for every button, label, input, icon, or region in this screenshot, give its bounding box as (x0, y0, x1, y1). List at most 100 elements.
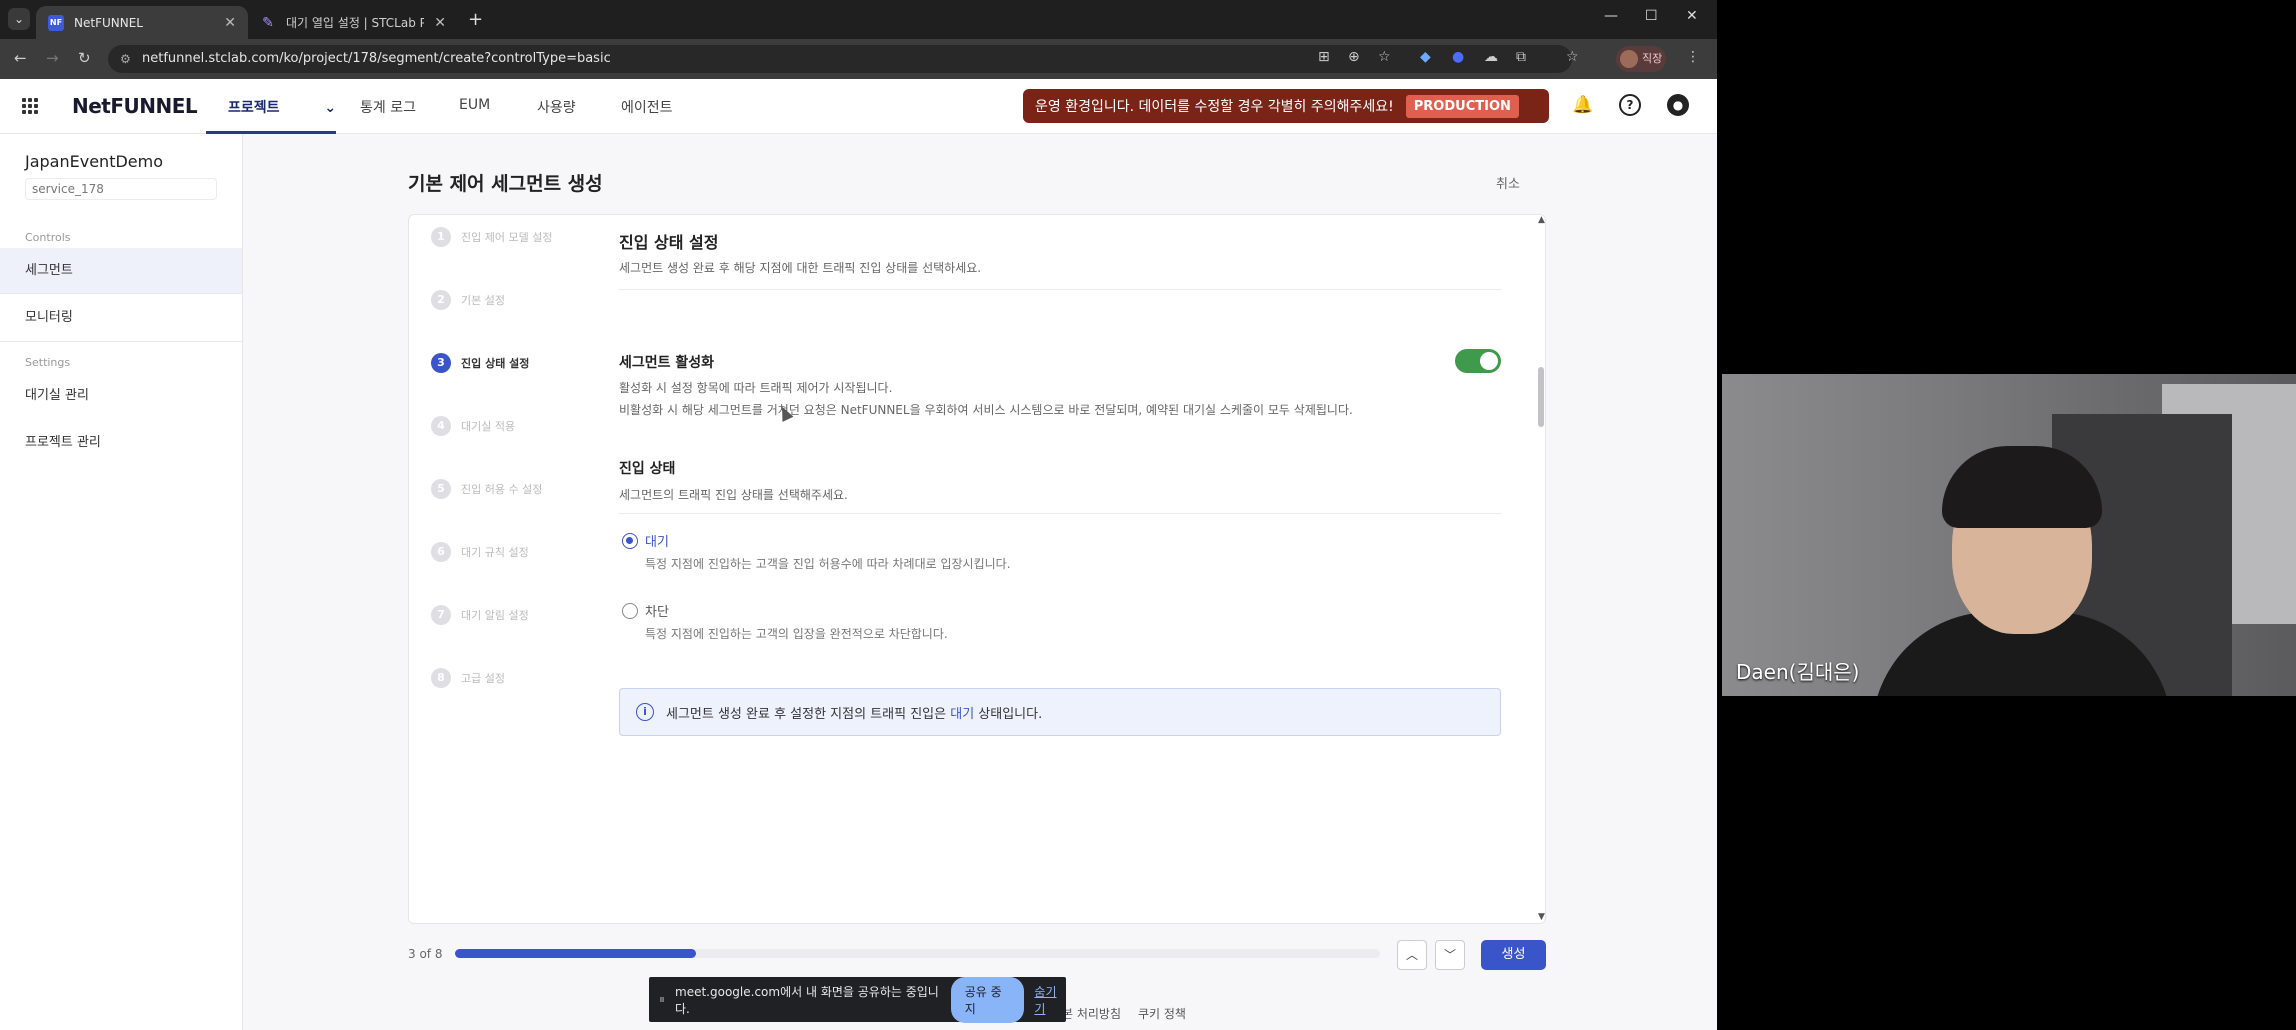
progress-fill (455, 949, 696, 958)
cookie-policy-link[interactable]: 쿠키 정책 (1138, 1005, 1186, 1022)
site-info-icon[interactable]: ⚙ (120, 45, 131, 73)
drag-handle-icon[interactable]: ⏸ (659, 992, 665, 1007)
nav-agent[interactable]: 에이전트 (621, 97, 673, 117)
step-7[interactable]: 7 대기 알림 설정 (431, 603, 529, 627)
profile-button[interactable]: 직장 (1616, 46, 1666, 72)
scrollbar[interactable] (1536, 215, 1545, 923)
info-highlight: 대기 (950, 706, 975, 722)
step-down-button[interactable]: ﹀ (1435, 940, 1465, 970)
browser-window: ⌄ NF NetFUNNEL ✕ ✎ 대기 열입 설정 | STCLab Pro… (0, 0, 1717, 1030)
radio-block[interactable] (622, 603, 638, 619)
netfunnel-app: NetFUNNEL 프로젝트 ⌄ 통계 로그 EUM 사용량 에이전트 운영 환… (0, 79, 1717, 1030)
translate-icon[interactable]: ⊞ (1318, 49, 1330, 65)
profile-label: 직장 (1642, 52, 1663, 65)
radio-block-description: 특정 지점에 진입하는 고객의 입장을 완전적으로 차단합니다. (645, 627, 948, 641)
share-text: meet.google.com에서 내 화면을 공유하는 중입니다. (675, 984, 939, 1016)
close-tab-icon[interactable]: ✕ (434, 15, 446, 31)
netfunnel-favicon-icon: NF (48, 14, 64, 31)
sidebar-item-segment[interactable]: 세그먼트 (0, 248, 242, 293)
address-bar: ← → ↻ ⚙ netfunnel.stclab.com/ko/project/… (0, 39, 1717, 79)
step-1[interactable]: 1 진입 제어 모델 설정 (431, 225, 552, 249)
step-up-button[interactable]: ︿ (1397, 940, 1427, 970)
tab-title: 대기 열입 설정 | STCLab Produ (286, 16, 425, 30)
profile-avatar (1620, 50, 1638, 68)
divider (0, 293, 242, 294)
divider (0, 341, 242, 342)
logo[interactable]: NetFUNNEL (72, 94, 198, 118)
nav-eum[interactable]: EUM (459, 97, 490, 113)
service-id: service_178 (25, 178, 217, 200)
reading-list-icon[interactable]: ☆ (1566, 49, 1579, 65)
top-nav: NetFUNNEL 프로젝트 ⌄ 통계 로그 EUM 사용량 에이전트 운영 환… (0, 79, 1717, 134)
tab-stclab[interactable]: ✎ 대기 열입 설정 | STCLab Produ ✕ (248, 6, 458, 39)
hide-share-bar-link[interactable]: 숨기기 (1034, 983, 1066, 1017)
browser-menu-icon[interactable]: ⋮ (1686, 49, 1700, 65)
participant-name: Daen(김대은) (1736, 660, 1860, 684)
info-text-end: 상태입니다. (978, 706, 1043, 722)
step-6[interactable]: 6 대기 규칙 설정 (431, 540, 529, 564)
create-button[interactable]: 생성 (1481, 940, 1546, 970)
notification-bell-icon[interactable]: 🔔 (1572, 94, 1594, 116)
radio-wait-label[interactable]: 대기 (645, 531, 669, 550)
step-8[interactable]: 8 고급 설정 (431, 666, 505, 690)
segment-activation-toggle[interactable] (1455, 349, 1501, 373)
step-3[interactable]: 3 진입 상태 설정 (431, 351, 529, 375)
stop-sharing-button[interactable]: 공유 중지 (950, 976, 1025, 1023)
privacy-policy-link[interactable]: 본 처리방침 (1062, 1005, 1121, 1022)
extension-shield-icon[interactable]: ● (1452, 49, 1464, 65)
info-text: 세그먼트 생성 완료 후 설정한 지점의 트래픽 진입은 (666, 706, 947, 722)
stclab-favicon-icon: ✎ (262, 14, 274, 31)
account-icon[interactable]: ● (1667, 94, 1689, 116)
tab-bar: ⌄ NF NetFUNNEL ✕ ✎ 대기 열입 설정 | STCLab Pro… (0, 0, 1717, 39)
maximize-icon[interactable]: ☐ (1645, 8, 1658, 24)
cancel-button[interactable]: 취소 (1496, 173, 1520, 192)
entry-status-description: 세그먼트의 트래픽 진입 상태를 선택해주세요. (619, 488, 848, 502)
close-tab-icon[interactable]: ✕ (224, 15, 236, 31)
back-icon[interactable]: ← (14, 49, 27, 67)
tab-netfunnel[interactable]: NF NetFUNNEL ✕ (36, 6, 248, 39)
extension-cloud-icon[interactable]: ☁ (1484, 49, 1498, 65)
zoom-icon[interactable]: ⊕ (1348, 49, 1360, 65)
sidebar-item-monitoring[interactable]: 모니터링 (0, 295, 242, 340)
settings-section-label: Settings (25, 356, 71, 369)
radio-wait[interactable] (622, 533, 638, 549)
extension-icon[interactable]: ◆ (1420, 49, 1431, 65)
wizard-card: 1 진입 제어 모델 설정 2 기본 설정 3 진입 상태 설정 4 대기실 적용 5진… (408, 214, 1546, 924)
scroll-thumb[interactable] (1538, 367, 1544, 427)
controls-section-label: Controls (25, 231, 71, 244)
reload-icon[interactable]: ↻ (78, 49, 91, 67)
project-name: JapanEventDemo (25, 152, 163, 171)
extensions-puzzle-icon[interactable]: ⧉ (1516, 49, 1526, 65)
bookmark-star-icon[interactable]: ☆ (1378, 49, 1391, 65)
activation-warning: 비활성화 시 해당 세그먼트를 거쳐던 요청은 NetFUNNEL을 우회하여 … (619, 403, 1353, 417)
info-banner: i 세그먼트 생성 완료 후 설정한 지점의 트래픽 진입은 대기 상태입니다. (619, 688, 1501, 736)
step-2[interactable]: 2 기본 설정 (431, 288, 505, 312)
chevron-down-icon: ﹀ (1443, 948, 1456, 962)
nav-stats-log[interactable]: 통계 로그 (360, 97, 416, 117)
sidebar-item-waiting-room[interactable]: 대기실 관리 (0, 373, 242, 418)
section-description: 세그먼트 생성 완료 후 해당 지점에 대한 트래픽 진입 상태를 선택하세요. (619, 261, 982, 275)
forward-icon[interactable]: → (46, 49, 59, 67)
nav-usage[interactable]: 사용량 (537, 97, 576, 117)
screen-share-bar: ⏸ meet.google.com에서 내 화면을 공유하는 중입니다. 공유 … (649, 976, 1066, 1023)
scroll-down-icon[interactable]: ▼ (1538, 912, 1545, 922)
minimize-icon[interactable]: — (1604, 8, 1618, 24)
nav-projects[interactable]: 프로젝트 ⌄ (228, 97, 336, 117)
url-text: netfunnel.stclab.com/ko/project/178/segm… (142, 51, 611, 66)
sidebar-item-project-settings[interactable]: 프로젝트 관리 (0, 420, 242, 465)
divider (619, 513, 1501, 514)
radio-block-label[interactable]: 차단 (645, 601, 669, 620)
activation-title: 세그먼트 활성화 (619, 355, 715, 371)
step-4[interactable]: 4 대기실 적용 (431, 414, 515, 438)
new-tab-icon[interactable]: + (468, 9, 483, 30)
tab-search-icon[interactable]: ⌄ (8, 8, 30, 30)
apps-grid-icon[interactable] (22, 98, 38, 114)
scroll-up-icon[interactable]: ▲ (1538, 215, 1545, 225)
tab-title: NetFUNNEL (74, 15, 143, 30)
warning-text: 운영 환경입니다. 데이터를 수정할 경우 각별히 주의해주세요! (1035, 99, 1394, 115)
production-badge: PRODUCTION (1405, 94, 1519, 118)
chevron-down-icon[interactable]: ⌄ (324, 100, 336, 116)
help-icon[interactable]: ? (1619, 94, 1641, 116)
close-window-icon[interactable]: ✕ (1686, 8, 1698, 24)
step-5[interactable]: 5 진입 허용 수 설정 (431, 477, 542, 501)
